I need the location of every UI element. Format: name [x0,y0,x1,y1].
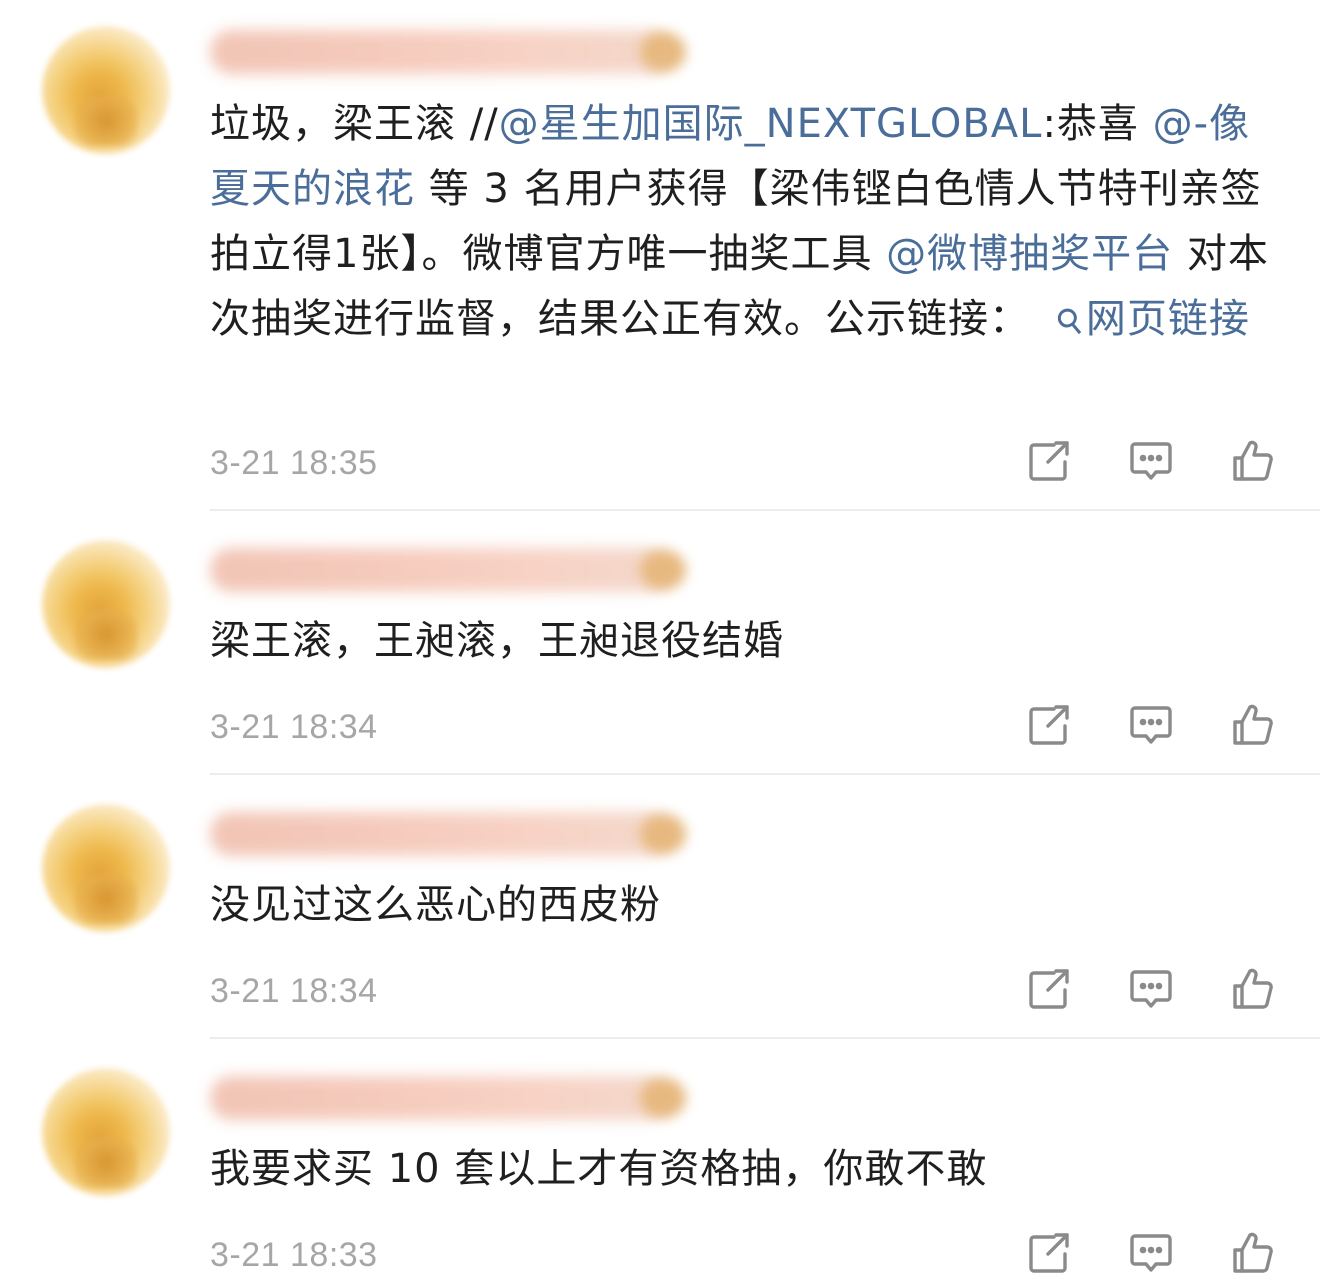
timestamp: 3-21 18:34 [210,972,378,1010]
comment-text: 垃圾，梁王滚 //@星生加国际_NEXTGLOBAL:恭喜 @-像夏天的浪花 等… [210,92,1290,354]
comment-icon [1130,1234,1172,1272]
comment-button[interactable] [1128,702,1174,748]
username-blurred[interactable] [210,1076,670,1120]
thumbs-up-icon [1233,704,1273,745]
comment-icon [1130,706,1172,744]
comment-meta: 3-21 18:34 [210,702,1300,752]
thumbs-up-icon [1233,968,1273,1009]
divider [210,773,1320,775]
avatar[interactable] [42,1068,170,1196]
comment-text: 我要求买 10 套以上才有资格抽，你敢不敢 [210,1136,1290,1202]
share-button[interactable] [1026,1230,1072,1276]
comment-button[interactable] [1128,1230,1174,1276]
share-button[interactable] [1026,702,1072,748]
like-button[interactable] [1230,702,1276,748]
user-badge-icon [640,32,686,72]
avatar[interactable] [42,26,170,154]
comment-meta: 3-21 18:35 [210,438,1300,488]
comment-icon [1130,442,1172,480]
share-button[interactable] [1026,438,1072,484]
comment-text-segment: 垃圾，梁王滚 // [210,101,499,147]
comment-text: 梁王滚，王昶滚，王昶退役结婚 [210,608,1290,674]
timestamp: 3-21 18:35 [210,444,378,482]
comment-text-segment: 我要求买 10 套以上才有资格抽，你敢不敢 [210,1146,988,1192]
share-icon [1029,705,1069,745]
avatar[interactable] [42,804,170,932]
username-blurred[interactable] [210,30,670,74]
share-icon [1029,969,1069,1009]
like-button[interactable] [1230,1230,1276,1276]
thumbs-up-icon [1233,440,1273,481]
comment-icon [1130,970,1172,1008]
comment-text: 没见过这么恶心的西皮粉 [210,872,1290,938]
avatar[interactable] [42,540,170,668]
comment-meta: 3-21 18:33 [210,1230,1300,1280]
web-link[interactable]: 网页链接 [1086,296,1250,342]
timestamp: 3-21 18:34 [210,708,378,746]
mention-link[interactable]: @微博抽奖平台 [886,231,1173,277]
comment-feed: 垃圾，梁王滚 //@星生加国际_NEXTGLOBAL:恭喜 @-像夏天的浪花 等… [0,0,1320,1284]
divider [210,1037,1320,1039]
comment-text-segment: 梁王滚，王昶滚，王昶退役结婚 [210,618,784,664]
share-button[interactable] [1026,966,1072,1012]
comment-button[interactable] [1128,966,1174,1012]
comment-meta: 3-21 18:34 [210,966,1300,1016]
like-button[interactable] [1230,966,1276,1012]
user-badge-icon [640,1078,686,1118]
comment-text-segment: 没见过这么恶心的西皮粉 [210,882,661,928]
thumbs-up-icon [1233,1232,1273,1273]
timestamp: 3-21 18:33 [210,1236,378,1274]
share-icon [1029,441,1069,481]
comment-text-segment: :恭喜 [1042,101,1153,147]
comment-button[interactable] [1128,438,1174,484]
like-button[interactable] [1230,438,1276,484]
divider [210,509,1320,511]
username-blurred[interactable] [210,812,670,856]
share-icon [1029,1233,1069,1273]
user-badge-icon [640,550,686,590]
mention-link[interactable]: @星生加国际_NEXTGLOBAL [499,101,1043,147]
user-badge-icon [640,814,686,854]
username-blurred[interactable] [210,548,670,592]
